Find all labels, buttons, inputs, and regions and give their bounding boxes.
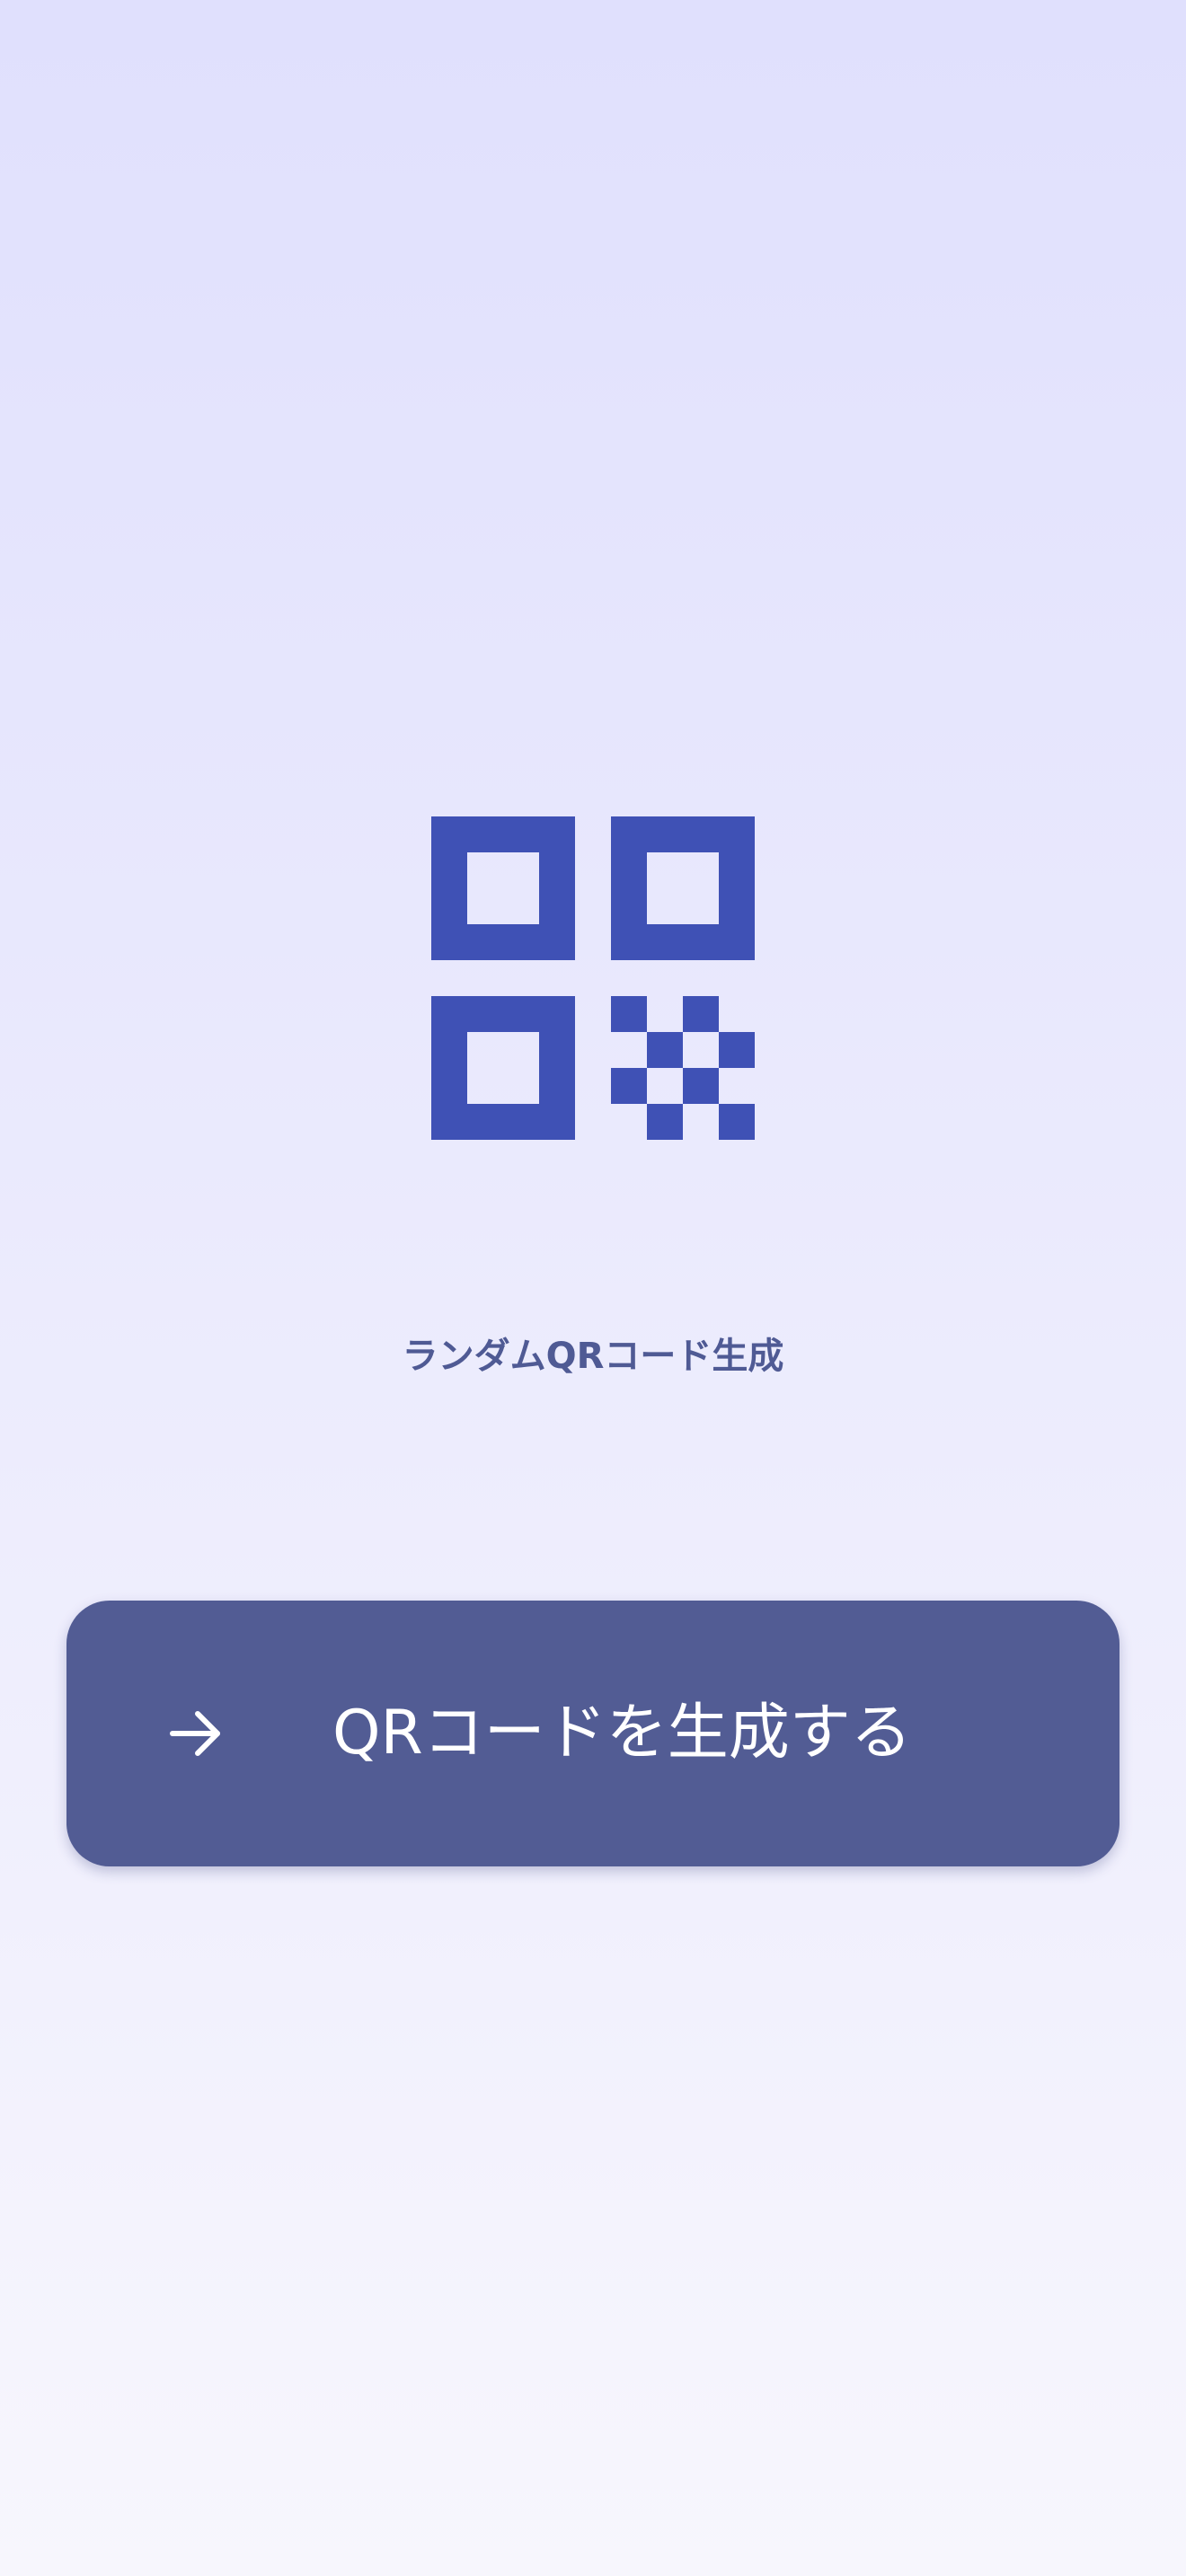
generate-button-label: QRコードを生成する (332, 1698, 912, 1769)
app-screen: ランダムQRコード生成 QRコードを生成する (0, 0, 1186, 2576)
qr-code-icon (431, 816, 755, 1140)
generate-qr-button[interactable]: QRコードを生成する (66, 1601, 1120, 1866)
page-title: ランダムQRコード生成 (402, 1336, 784, 1377)
arrow-right-icon (156, 1694, 235, 1773)
